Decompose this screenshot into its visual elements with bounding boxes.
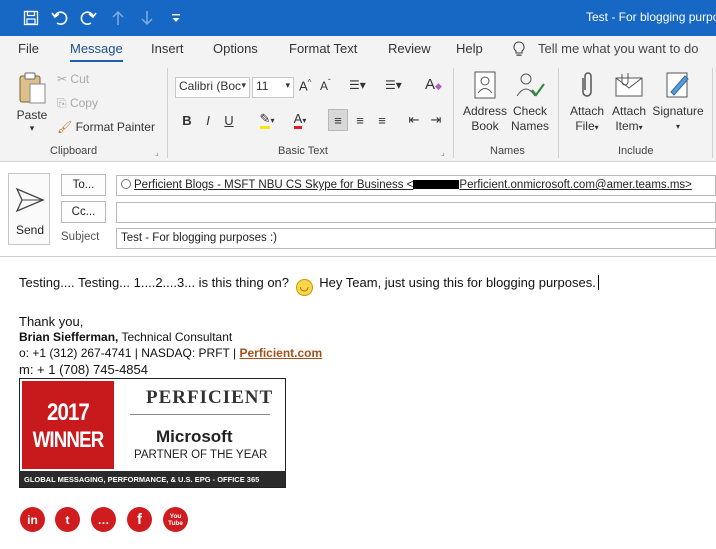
subject-label: Subject xyxy=(61,231,100,243)
down-arrow-icon[interactable] xyxy=(139,8,155,28)
decrease-indent-icon[interactable]: ⇤ xyxy=(404,109,424,131)
body-line-1[interactable]: Testing.... Testing... 1....2....3... is… xyxy=(19,275,603,296)
bullets-icon[interactable]: ☰▾ xyxy=(349,78,366,92)
dialog-launcher-icon[interactable]: ⌟ xyxy=(441,148,445,157)
customize-icon[interactable] xyxy=(170,8,182,28)
clear-formatting-icon[interactable]: A◆ xyxy=(425,76,442,93)
tab-insert[interactable]: Insert xyxy=(151,41,184,56)
perficient-logo: PERFICIENT xyxy=(146,387,274,408)
title-bar: Test - For blogging purpo xyxy=(0,0,716,36)
attach-item-button[interactable]: Attach Item▾ xyxy=(608,70,650,135)
signature-button[interactable]: Signature ▾ xyxy=(650,70,706,134)
dialog-launcher-icon[interactable]: ⌟ xyxy=(155,148,159,157)
font-name-select[interactable]: Calibri (Boc ▾ xyxy=(175,77,250,98)
body-thanks: Thank you, xyxy=(19,314,84,329)
address-book-button[interactable]: Address Book xyxy=(460,70,510,134)
cc-button[interactable]: Cc... xyxy=(61,201,106,223)
tab-message[interactable]: Message xyxy=(70,41,123,62)
award-footer: GLOBAL MESSAGING, PERFORMANCE, & U.S. EP… xyxy=(20,471,285,487)
signature-phone-line: o: +1 (312) 267-4741 | NASDAQ: PRFT | Pe… xyxy=(19,346,323,360)
address-book-icon xyxy=(474,71,496,99)
tab-format-text[interactable]: Format Text xyxy=(289,41,357,56)
numbering-icon[interactable]: ☰▾ xyxy=(385,78,402,92)
check-names-icon xyxy=(516,73,545,97)
group-label-include: Include xyxy=(618,145,654,157)
align-left-icon[interactable]: ≡ xyxy=(328,109,348,131)
to-button[interactable]: To... xyxy=(61,174,106,196)
redo-icon[interactable] xyxy=(78,8,98,28)
twitter-icon[interactable]: t xyxy=(55,507,80,532)
shrink-font-icon[interactable]: Aˇ xyxy=(320,78,331,93)
award-banner: 2017 WINNER PERFICIENT Microsoft PARTNER… xyxy=(19,378,286,488)
attach-file-button[interactable]: Attach File▾ xyxy=(566,70,608,135)
envelope-icon xyxy=(615,73,643,97)
group-label-clipboard: Clipboard xyxy=(50,145,98,157)
cc-field[interactable] xyxy=(116,202,716,223)
up-arrow-icon[interactable] xyxy=(110,8,126,28)
award-badge: 2017 WINNER xyxy=(22,381,114,469)
perficient-link[interactable]: Perficient.com xyxy=(239,346,322,360)
undo-icon[interactable] xyxy=(50,8,70,28)
group-label-names: Names xyxy=(490,145,525,157)
paintbrush-icon: 🖌 xyxy=(57,120,73,134)
window-title: Test - For blogging purpo xyxy=(586,10,716,24)
check-names-button[interactable]: Check Names xyxy=(508,70,552,134)
grow-font-icon[interactable]: A^ xyxy=(299,78,311,93)
signature-icon xyxy=(666,72,689,98)
cut-button[interactable]: ✂ Cut xyxy=(57,72,89,86)
font-color-icon[interactable]: A ▾ xyxy=(286,109,314,131)
align-center-icon[interactable]: ≡ xyxy=(350,109,370,131)
send-button[interactable]: Send xyxy=(8,173,50,245)
tab-file[interactable]: File xyxy=(18,41,39,56)
align-right-icon[interactable]: ≡ xyxy=(372,109,392,131)
tab-review[interactable]: Review xyxy=(388,41,431,56)
tab-options[interactable]: Options xyxy=(213,41,258,56)
chat-icon[interactable]: … xyxy=(91,507,116,532)
format-painter-button[interactable]: 🖌 Format Painter xyxy=(57,120,155,134)
youtube-icon[interactable]: You Tube xyxy=(163,507,188,532)
italic-icon[interactable]: I xyxy=(198,109,218,131)
bold-icon[interactable]: B xyxy=(177,109,197,131)
text-cursor xyxy=(597,275,603,290)
lightbulb-icon xyxy=(512,41,526,61)
send-label: Send xyxy=(16,223,45,237)
partner-text: PARTNER OF THE YEAR xyxy=(134,449,268,461)
tell-me-box[interactable]: Tell me what you want to do xyxy=(538,41,698,56)
microsoft-text: Microsoft xyxy=(156,427,233,446)
subject-field[interactable]: Test - For blogging purposes :) xyxy=(116,228,716,249)
copy-icon: ⎘ xyxy=(57,96,67,110)
underline-icon[interactable]: U xyxy=(219,109,239,131)
tab-help[interactable]: Help xyxy=(456,41,483,56)
facebook-icon[interactable]: f xyxy=(127,507,152,532)
signature-name-line: Brian Siefferman, Technical Consultant xyxy=(19,330,233,344)
highlight-icon[interactable]: ✎ ▾ xyxy=(253,109,281,131)
smiley-emoji-icon: ◡ xyxy=(295,279,313,296)
paperclip-icon xyxy=(582,72,592,97)
scissors-icon: ✂ xyxy=(57,72,68,86)
copy-button[interactable]: ⎘ Copy xyxy=(57,96,98,111)
save-icon[interactable] xyxy=(22,8,40,28)
paste-icon xyxy=(19,72,46,104)
font-size-select[interactable]: 11 ▾ xyxy=(252,77,294,98)
paste-button[interactable]: Paste ▾ xyxy=(13,70,51,136)
linkedin-icon[interactable]: in xyxy=(20,507,45,532)
presence-icon xyxy=(121,179,131,189)
to-recipient[interactable]: Perficient Blogs - MSFT NBU CS Skype for… xyxy=(134,179,692,191)
ribbon: Paste ▾ ✂ Cut ⎘ Copy 🖌 Format Painter Cl… xyxy=(0,64,716,162)
signature-mobile-line: m: + 1 (708) 745-4854 xyxy=(19,362,148,377)
increase-indent-icon[interactable]: ⇥ xyxy=(426,109,446,131)
ribbon-tabs: File Message Insert Options Format Text … xyxy=(0,36,716,64)
to-field[interactable]: Perficient Blogs - MSFT NBU CS Skype for… xyxy=(116,175,716,196)
send-icon xyxy=(15,187,45,213)
redaction-mark xyxy=(413,180,460,189)
group-label-basic-text: Basic Text xyxy=(278,145,328,157)
